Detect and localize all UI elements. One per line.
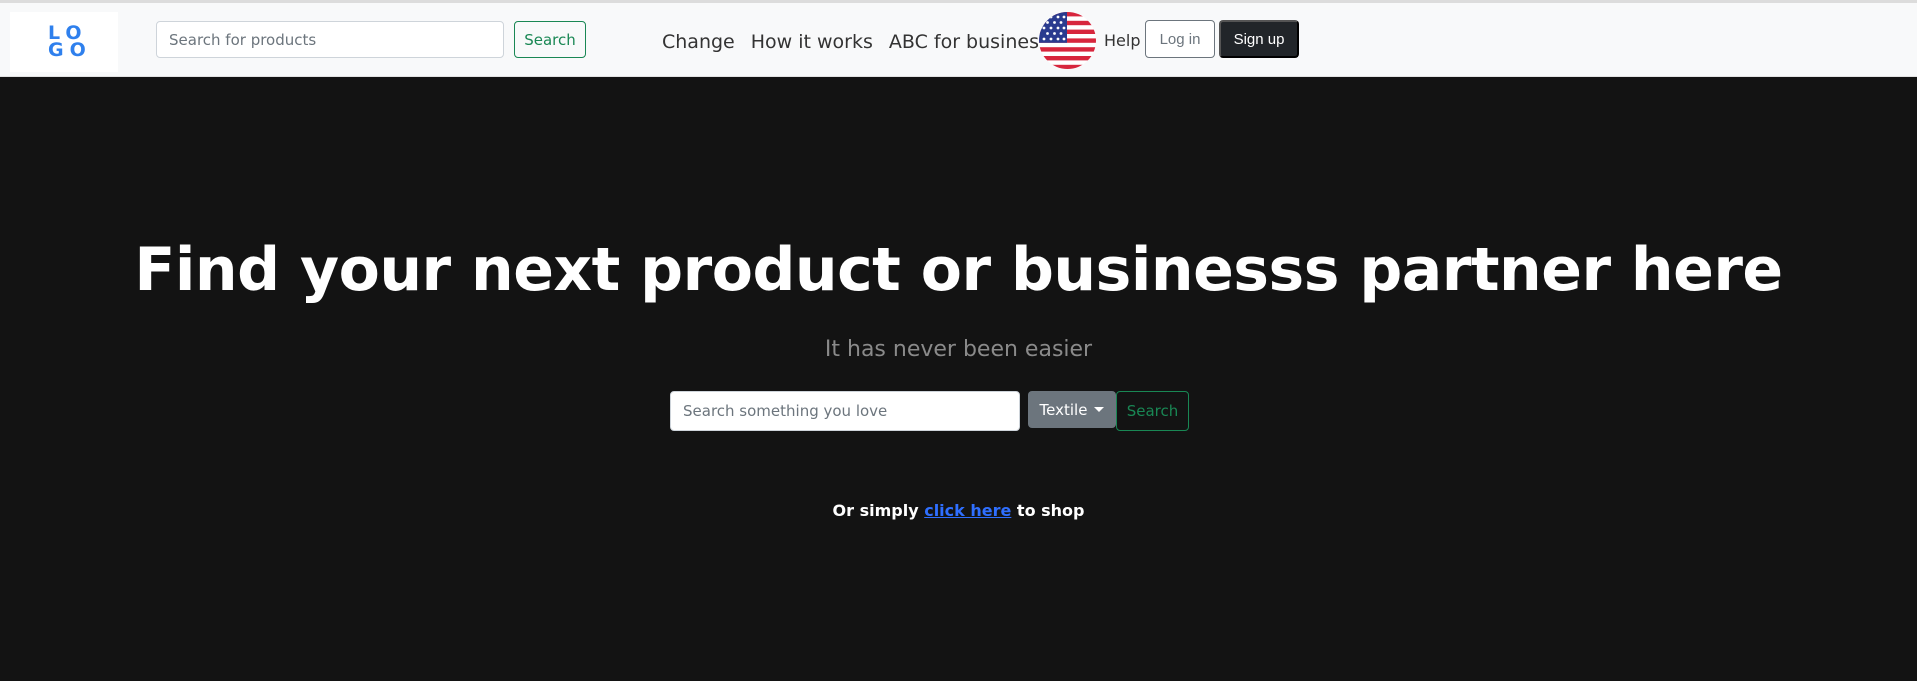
- us-flag-icon[interactable]: [1039, 12, 1096, 69]
- category-dropdown-label: Textile: [1039, 400, 1088, 419]
- hero-subtitle: It has never been easier: [824, 337, 1093, 362]
- logo-mark: LO GO: [48, 24, 92, 61]
- hero-title: Find your next product or businesss part…: [134, 235, 1783, 305]
- nav-link-business[interactable]: ABC for business: [889, 29, 1049, 55]
- category-dropdown[interactable]: Textile: [1028, 391, 1116, 428]
- nav-search-button[interactable]: Search: [514, 21, 586, 58]
- hero-search-input[interactable]: [670, 391, 1020, 431]
- nav-link-change[interactable]: Change: [662, 29, 735, 55]
- shop-line-suffix: to shop: [1011, 501, 1085, 520]
- nav-links: Change How it works ABC for business: [662, 29, 1049, 55]
- shop-line: Or simply click here to shop: [0, 500, 1917, 522]
- nav-search-input[interactable]: [156, 21, 504, 58]
- login-button[interactable]: Log in: [1145, 20, 1215, 58]
- help-link[interactable]: Help: [1104, 31, 1140, 50]
- logo-text-bottom: GO: [48, 39, 92, 61]
- hero-search-button[interactable]: Search: [1116, 391, 1189, 431]
- logo[interactable]: LO GO: [10, 12, 118, 72]
- shop-line-prefix: Or simply: [832, 501, 925, 520]
- caret-down-icon: [1094, 407, 1105, 412]
- signup-button[interactable]: Sign up: [1219, 20, 1299, 58]
- navbar: LO GO Search Change How it works ABC for…: [0, 3, 1917, 77]
- nav-link-how-it-works[interactable]: How it works: [751, 29, 873, 55]
- click-here-link[interactable]: click here: [924, 501, 1011, 520]
